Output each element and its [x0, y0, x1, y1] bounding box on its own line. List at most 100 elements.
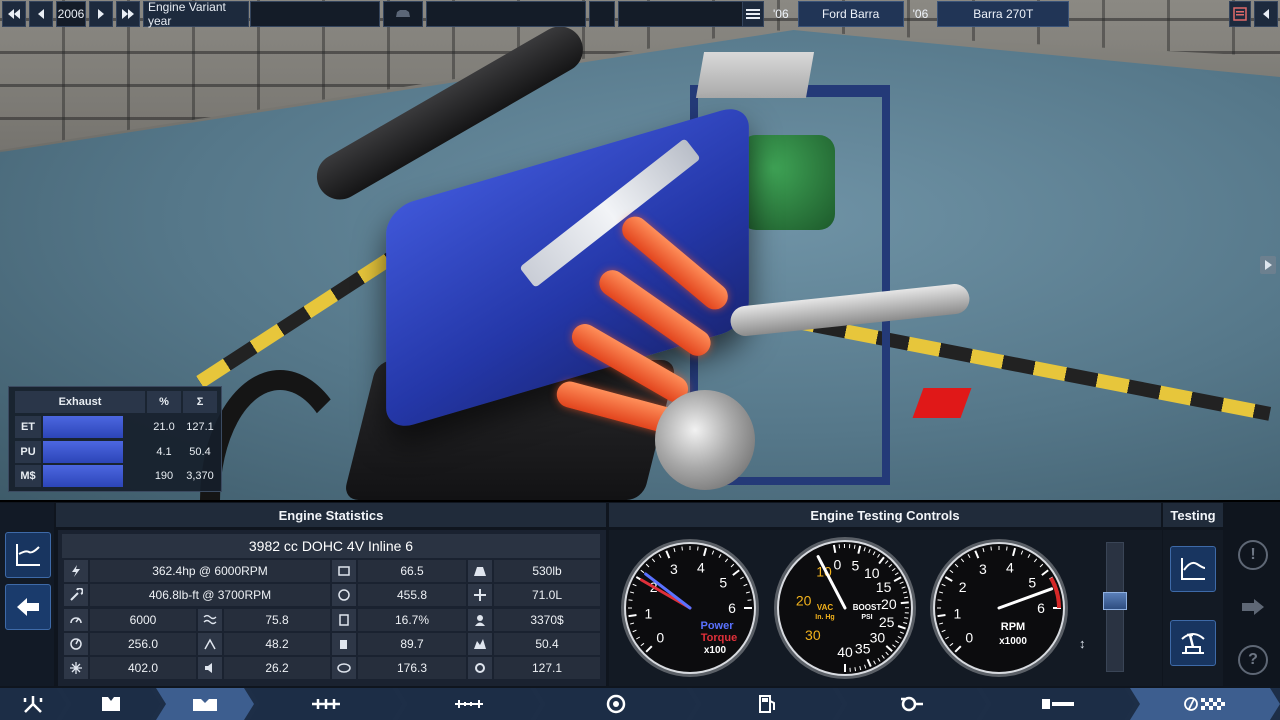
emissions-value: 176.3 [358, 657, 466, 679]
first-year-button[interactable] [2, 1, 26, 27]
boost-gauge-tick [904, 617, 909, 619]
power-gauge-tick [747, 599, 752, 601]
warning-icon[interactable]: ! [1238, 540, 1268, 570]
exhaust-row-pct: 21.0 [153, 421, 175, 433]
nav-finish[interactable] [1130, 688, 1280, 720]
testing-tab[interactable]: Testing [1163, 503, 1223, 527]
model-name-select[interactable]: Ford Barra [797, 1, 904, 27]
power-unit: x100 [704, 645, 727, 656]
boost-gauge-tick-label: 35 [855, 640, 871, 656]
car-view-button[interactable] [383, 1, 423, 27]
prev-year-button[interactable] [29, 1, 53, 27]
rpm-gauge-tick [990, 546, 992, 551]
nav-variant[interactable] [156, 688, 254, 720]
rpm-gauge-tick-label: 1 [953, 605, 961, 621]
turbocharger [655, 390, 755, 490]
rpm-gauge-tick [937, 614, 946, 618]
efficiency-value: 16.7% [358, 609, 466, 631]
engine-variant-icon [189, 693, 221, 715]
nav-testing[interactable] [982, 688, 1134, 720]
service-icon [468, 657, 492, 679]
fuel-value: 89.7 [358, 633, 466, 655]
engine-block-icon [96, 693, 126, 715]
boost-gauge-tick-label: 0 [833, 557, 841, 573]
variant-name-select[interactable]: Barra 270T [937, 1, 1070, 27]
family-tree-icon [20, 694, 46, 714]
rpm-gauge-tick-label: 2 [959, 579, 967, 595]
dynamometer [740, 135, 835, 230]
year-label: Engine Variant year [143, 0, 249, 28]
variant-year: '06 [912, 7, 929, 21]
boost-gauge-tick [900, 601, 909, 605]
throttle-handle[interactable] [1103, 592, 1127, 611]
nav-top-end[interactable] [398, 688, 540, 720]
throttle-lever-icon [1181, 633, 1205, 654]
exhaust-panel: Exhaust % Σ ET 21.0 127.1 PU 4.1 50.4 M$… [8, 386, 222, 492]
boost-gauge-tick [832, 544, 837, 554]
power-gauge-tick-label: 5 [719, 574, 727, 590]
power-icon [64, 560, 88, 582]
graph-button[interactable] [5, 532, 51, 578]
rpm-gauge-tick-label: 5 [1028, 574, 1036, 590]
vacuum-label: VAC [817, 603, 834, 612]
exhaust-sum-header: Σ [183, 391, 217, 413]
exhaust-row-sum: 3,370 [186, 470, 214, 482]
left-arrow-icon [17, 598, 39, 616]
crankshaft-icon [310, 697, 342, 711]
nav-family[interactable] [0, 688, 66, 720]
power-label: Power [700, 620, 734, 632]
vacuum-tick-label: 30 [805, 627, 821, 643]
last-year-button[interactable] [116, 1, 140, 27]
dyno-icon [1040, 696, 1076, 712]
back-button[interactable] [1254, 1, 1278, 27]
menu-button[interactable] [1229, 1, 1251, 27]
next-arrow-icon[interactable] [1240, 597, 1266, 622]
vacuum-unit: In. Hg [815, 614, 834, 621]
list-icon [746, 9, 760, 19]
torque-icon [64, 584, 88, 606]
exhaust-icon [899, 695, 925, 713]
power-gauge-tick-label: 4 [697, 559, 705, 575]
weight-value: 530lb [494, 560, 600, 582]
gauge-cluster: 0123456PowerTorquex100051015202530354010… [621, 537, 1068, 679]
back-arrow-button[interactable] [5, 584, 51, 630]
dyno-graph-button[interactable] [1170, 546, 1216, 592]
nav-exhaust[interactable] [838, 688, 986, 720]
fuel-icon [332, 633, 356, 655]
responsiveness-value: 48.2 [224, 633, 330, 655]
run-test-button[interactable] [1170, 620, 1216, 666]
first-icon [8, 9, 20, 19]
smoothness-icon [198, 609, 222, 631]
parts-tray [695, 52, 815, 98]
expand-panel-icon[interactable] [1260, 256, 1276, 274]
size-icon [468, 584, 492, 606]
exhaust-row-label: PU [15, 441, 41, 463]
next-year-button[interactable] [89, 1, 113, 27]
rpm-label: RPM [1001, 621, 1025, 633]
power-gauge-tick [681, 546, 683, 551]
nav-aspiration[interactable] [536, 688, 696, 720]
exhaust-row-sum: 127.1 [186, 421, 214, 433]
cooling-value: 66.5 [358, 560, 466, 582]
help-icon[interactable]: ? [1238, 645, 1268, 675]
model-list-button[interactable] [742, 1, 764, 27]
boost-gauge-tick-label: 5 [852, 557, 860, 573]
torque-value: 406.8lb-ft @ 3700RPM [90, 584, 330, 606]
nav-bottom-end[interactable] [250, 688, 402, 720]
exhaust-row-sum: 50.4 [189, 446, 211, 458]
exhaust-bar-fill [43, 441, 123, 463]
exhaust-pct-header: % [147, 391, 181, 413]
model-year: '06 [773, 7, 789, 21]
back-icon [1263, 9, 1269, 19]
graph-icon [1181, 558, 1206, 580]
next-icon [98, 9, 104, 19]
nav-fuel[interactable] [692, 688, 842, 720]
rpm-icon [64, 609, 88, 631]
boost-unit: PSI [861, 614, 872, 621]
rpm-unit: x1000 [999, 636, 1027, 647]
smoothness-value: 75.8 [224, 609, 330, 631]
finish-flag-icon [1183, 695, 1227, 713]
graph-icon [16, 544, 40, 566]
peak-rpm-icon [64, 633, 88, 655]
nav-block[interactable] [62, 688, 160, 720]
